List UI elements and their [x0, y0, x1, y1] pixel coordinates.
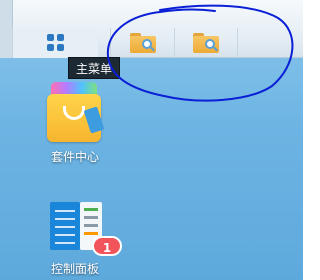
main-menu-tooltip: 主菜单: [68, 57, 121, 79]
desktop-shortcut-package-center[interactable]: 套件中心: [35, 82, 115, 165]
desktop-shortcut-control-panel[interactable]: 1 控制面板: [35, 198, 122, 277]
shortcut-label: 控制面板: [50, 262, 99, 276]
control-panel-icon: 1: [42, 198, 122, 256]
taskbar-app-file-station-2[interactable]: [174, 28, 238, 58]
grid-icon: [46, 34, 65, 52]
taskbar: [0, 0, 303, 58]
taskbar-app-file-station-1[interactable]: [110, 28, 174, 58]
main-menu-button[interactable]: [12, 28, 98, 58]
shortcut-label: 套件中心: [50, 150, 99, 164]
folder-search-icon: [193, 33, 219, 53]
package-center-icon: [45, 82, 105, 144]
notification-badge: 1: [92, 236, 122, 256]
folder-search-icon: [129, 33, 156, 53]
